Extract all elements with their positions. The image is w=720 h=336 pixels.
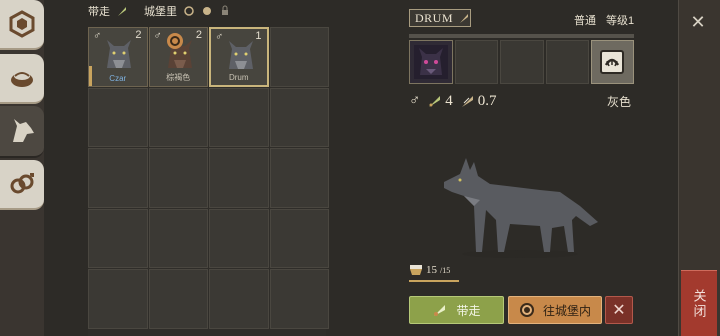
release-button[interactable]: ✕ xyxy=(605,296,633,324)
nav-tab-pets[interactable] xyxy=(0,106,44,158)
release-icon: ✕ xyxy=(612,302,626,319)
pet-stats: ♂ 4 0.7 xyxy=(409,92,497,110)
lock-icon xyxy=(222,5,228,15)
equipment-slot[interactable] xyxy=(409,40,453,84)
rarity-label: 普通 xyxy=(574,15,596,27)
carry-label: 带走 xyxy=(88,6,110,18)
pet-name: Czar xyxy=(109,73,127,83)
level-label: 等级1 xyxy=(606,15,635,27)
attack-stat: 4 xyxy=(428,93,453,110)
close-button[interactable]: 关闭 xyxy=(681,270,717,336)
bowl-icon xyxy=(7,63,37,93)
hp-max: /15 xyxy=(440,265,451,275)
wolf-head-icon xyxy=(7,116,37,146)
left-nav xyxy=(0,0,44,336)
close-button-label: 关闭 xyxy=(691,288,707,319)
empty-slot[interactable] xyxy=(209,148,269,208)
take-button[interactable]: 带走 xyxy=(409,296,504,324)
dark-wolf-emblem-icon xyxy=(414,45,448,79)
wolf-portrait xyxy=(229,41,253,69)
wolf-model xyxy=(444,158,598,258)
equipment-slot[interactable] xyxy=(545,40,589,84)
sex-male-icon: ♂ xyxy=(409,92,421,109)
wolf-portrait xyxy=(107,40,131,68)
fur-color-label: 灰色 xyxy=(607,95,632,109)
food-bowl-icon xyxy=(410,265,422,275)
speed-stat: 0.7 xyxy=(461,93,497,110)
empty-slot[interactable] xyxy=(148,148,208,208)
pet-slot[interactable]: ♂ 2 Czar xyxy=(88,27,148,87)
attack-value: 4 xyxy=(445,92,453,109)
nav-tab-food[interactable] xyxy=(0,54,44,104)
empty-slot[interactable] xyxy=(209,208,269,268)
sex-icon: ♂ xyxy=(215,31,224,43)
sex-icon: ♂ xyxy=(93,30,102,42)
feather-icon xyxy=(434,305,446,316)
breeding-icon xyxy=(7,169,37,199)
empty-slot[interactable] xyxy=(88,87,148,147)
empty-slot[interactable] xyxy=(148,208,208,268)
empty-slot[interactable] xyxy=(88,269,148,329)
attack-icon xyxy=(429,96,441,107)
feather-icon xyxy=(118,7,126,16)
empty-slot[interactable] xyxy=(209,269,269,329)
pet-detail-name: DRUM xyxy=(415,10,454,25)
speed-icon xyxy=(461,96,473,107)
hp-bar xyxy=(409,280,459,282)
speed-value: 0.7 xyxy=(477,92,497,109)
equipment-slot[interactable] xyxy=(455,40,499,84)
empty-slot[interactable] xyxy=(269,87,329,147)
pet-hp-bar xyxy=(89,65,92,86)
pet-slot-selected[interactable]: ♂ 1 Drum xyxy=(209,27,269,87)
empty-slot[interactable] xyxy=(148,269,208,329)
pet-name: Drum xyxy=(228,72,249,82)
empty-slot[interactable] xyxy=(269,269,329,329)
divider xyxy=(409,34,634,38)
empty-slot[interactable] xyxy=(269,148,329,208)
pet-slot[interactable]: ♂ 2 棕褐色 xyxy=(148,27,208,87)
pet-name-box[interactable]: DRUM xyxy=(409,9,471,27)
castle-badge-icon xyxy=(166,33,183,49)
hp-display: 15 /15 xyxy=(409,264,450,276)
hp-current: 15 xyxy=(426,264,437,276)
empty-slot[interactable] xyxy=(209,87,269,147)
pet-name: 棕褐色 xyxy=(166,72,191,82)
close-icon[interactable]: ✕ xyxy=(688,12,708,32)
empty-slot[interactable] xyxy=(269,208,329,268)
take-button-label: 带走 xyxy=(456,303,481,318)
castle-hex-icon xyxy=(7,9,37,39)
empty-slot[interactable] xyxy=(88,208,148,268)
nav-tab-castle[interactable] xyxy=(0,0,44,50)
empty-slot[interactable] xyxy=(148,87,208,147)
equipment-slots xyxy=(409,40,634,86)
rename-feather-icon xyxy=(460,13,469,23)
send-to-castle-label: 往城堡内 xyxy=(542,303,591,318)
nav-tab-breeding[interactable] xyxy=(0,160,44,210)
equipment-slot[interactable] xyxy=(500,40,544,84)
send-to-castle-button[interactable]: 往城堡内 xyxy=(508,296,602,324)
castle-label: 城堡里 xyxy=(144,6,177,18)
empty-slot[interactable] xyxy=(269,27,329,87)
empty-slot[interactable] xyxy=(88,148,148,208)
token-icon xyxy=(203,7,211,15)
top-info-bar: 带走 城堡里 xyxy=(88,3,231,19)
claw-book-icon xyxy=(600,50,625,74)
sex-icon: ♂ xyxy=(153,30,162,42)
castle-token-icon xyxy=(519,303,534,317)
cycle-icon xyxy=(184,6,194,16)
pet-book-button[interactable] xyxy=(590,40,634,84)
pet-grid: ♂ 2 Czar ♂ 2 棕褐色 ♂ 1 Drum xyxy=(88,27,329,336)
